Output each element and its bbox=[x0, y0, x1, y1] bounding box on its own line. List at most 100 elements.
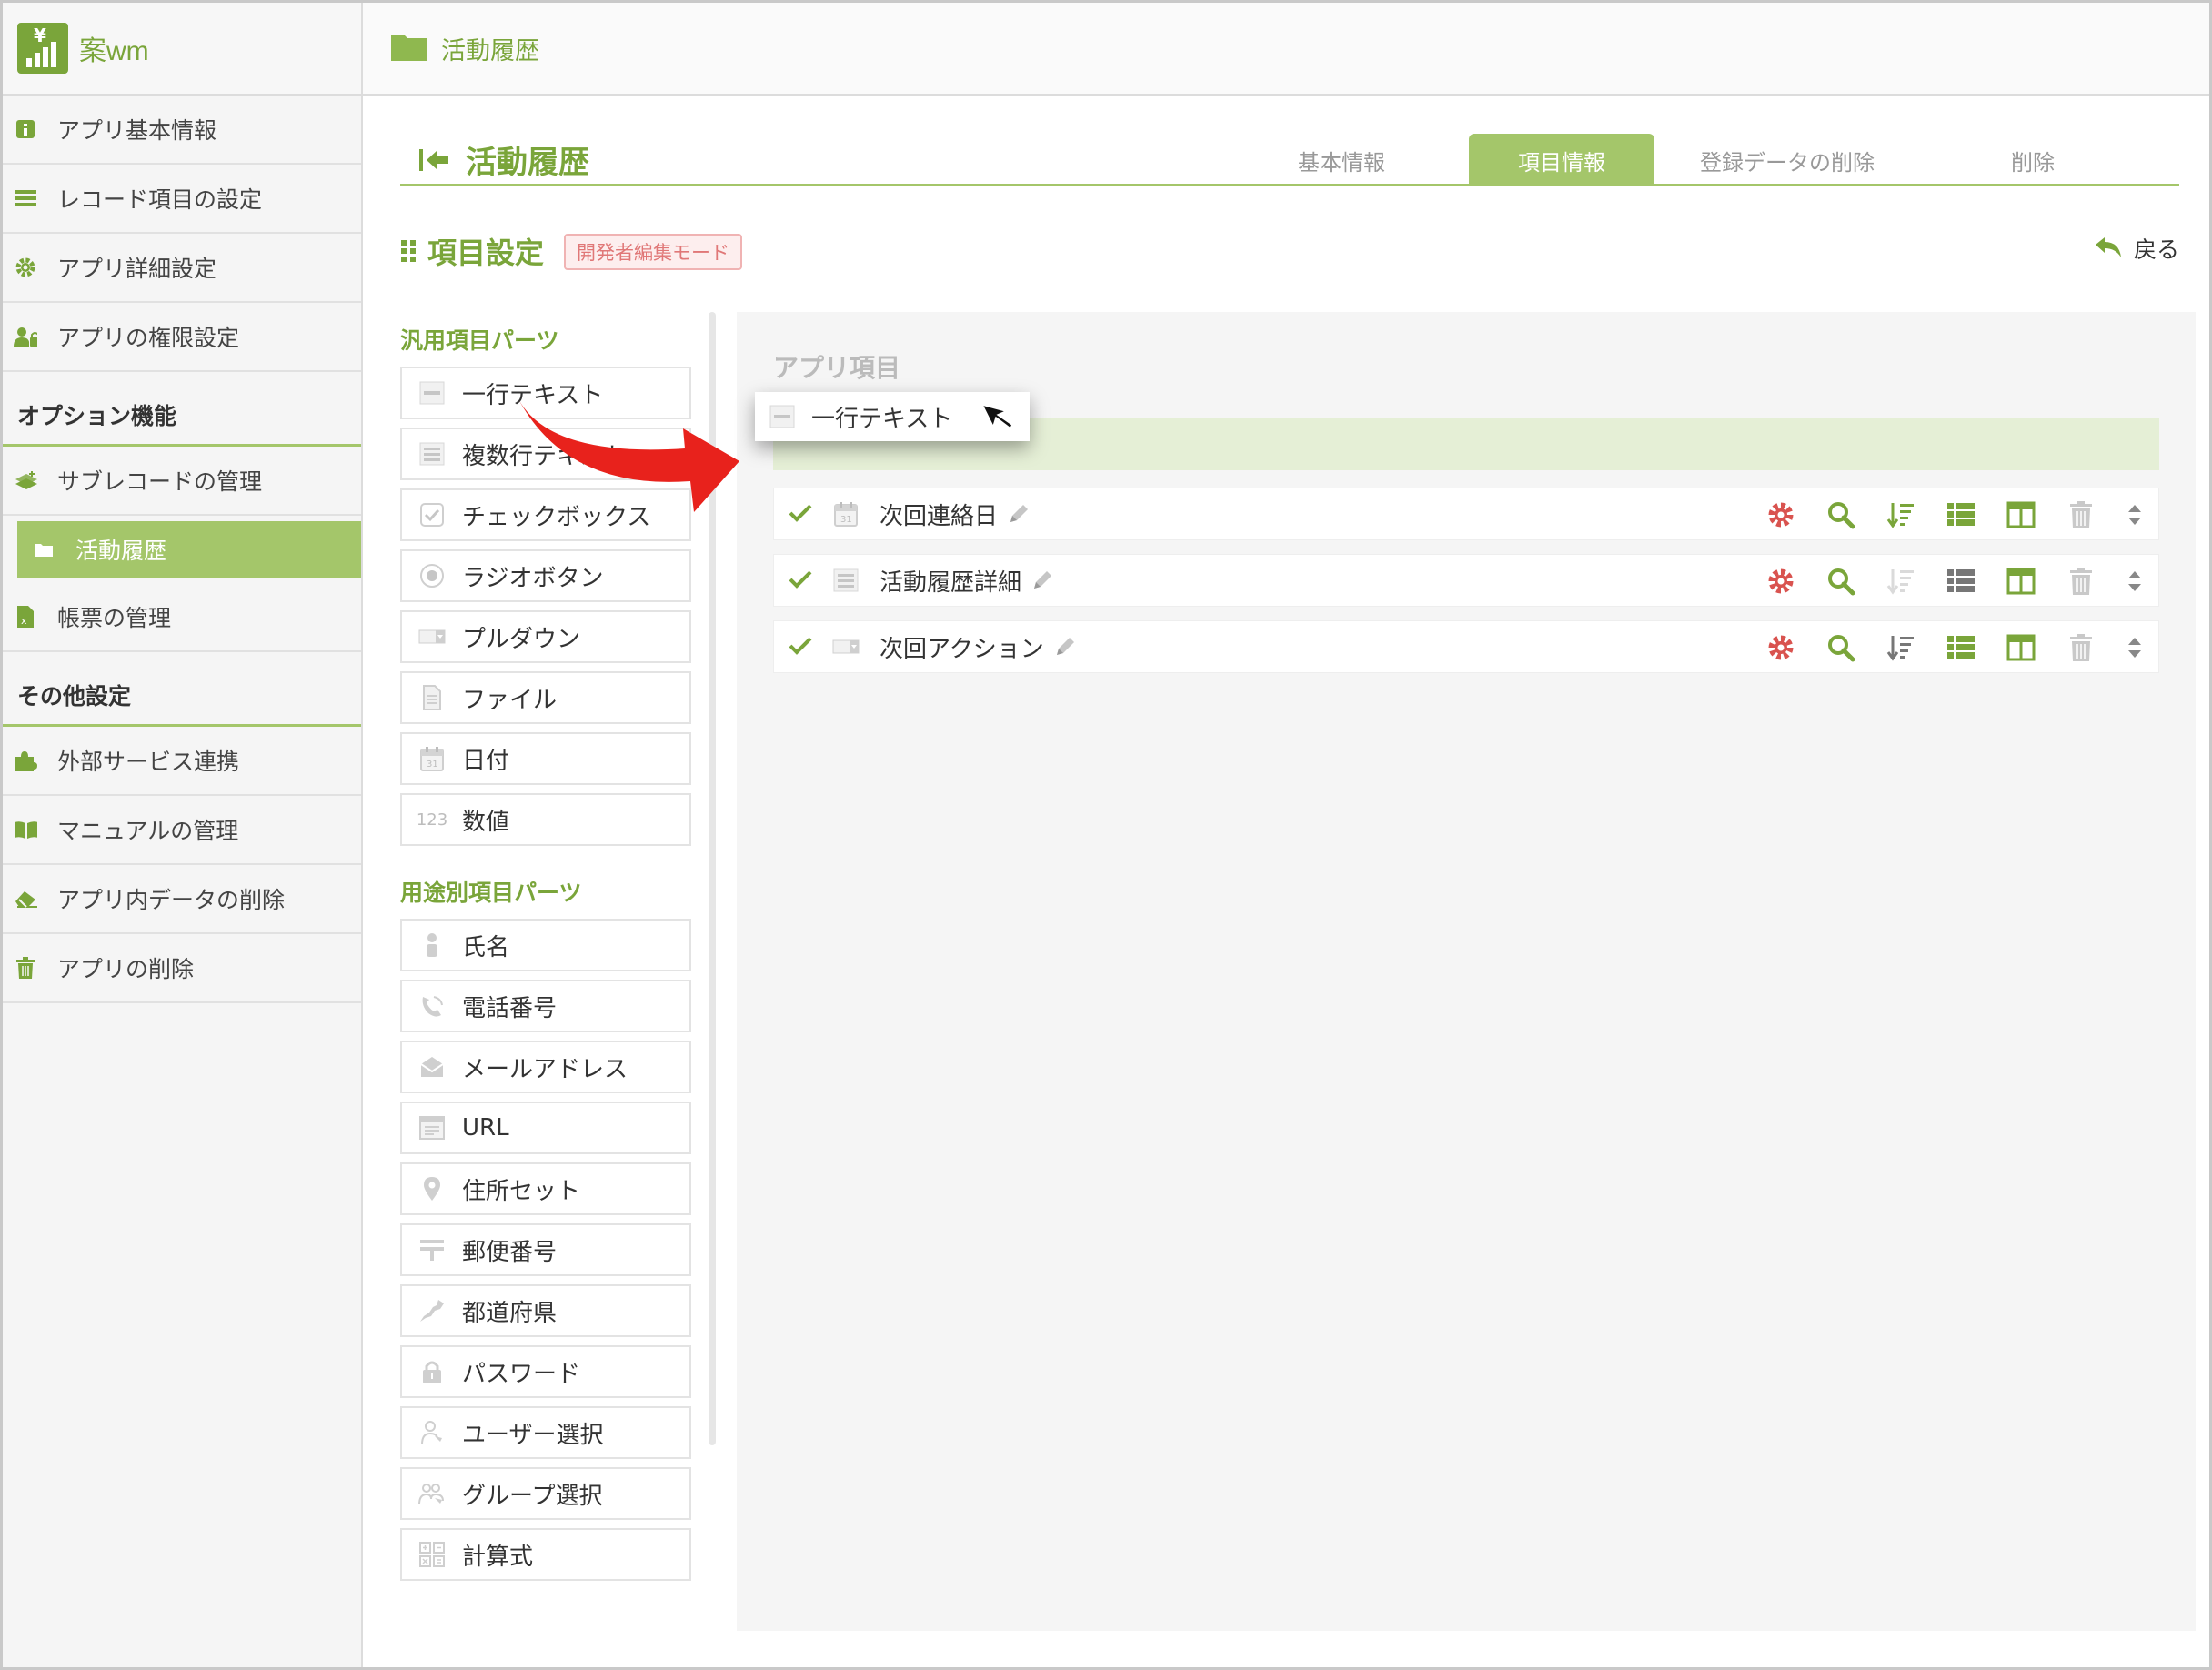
search-icon[interactable] bbox=[1825, 566, 1856, 597]
japan-map-icon bbox=[417, 1298, 447, 1323]
list-view-icon[interactable] bbox=[1946, 632, 1976, 663]
palette-item-prefecture[interactable]: 都道府県 bbox=[400, 1284, 691, 1337]
user-select-icon bbox=[417, 1420, 447, 1445]
palette-item-user-select[interactable]: ユーザー選択 bbox=[400, 1406, 691, 1459]
check-icon bbox=[789, 499, 814, 529]
trash-icon[interactable] bbox=[2066, 632, 2096, 663]
brand[interactable]: ¥ 案wm bbox=[3, 3, 361, 96]
page-title-text: 活動履歴 bbox=[466, 145, 589, 181]
page-header: 活動履歴 基本情報 項目情報 登録データの削除 削除 bbox=[400, 130, 2179, 186]
dev-mode-badge: 開発者編集モード bbox=[564, 234, 742, 270]
topbar: 活動履歴 bbox=[363, 3, 2209, 96]
palette-item-dropdown[interactable]: プルダウン bbox=[400, 610, 691, 663]
pencil-icon[interactable] bbox=[1053, 635, 1077, 659]
grip-icon bbox=[400, 238, 418, 264]
single-line-icon bbox=[769, 405, 795, 428]
palette-item-phone[interactable]: 電話番号 bbox=[400, 980, 691, 1032]
search-icon[interactable] bbox=[1825, 499, 1856, 530]
sidebar-item-forms[interactable]: x 帳票の管理 bbox=[3, 583, 361, 652]
palette-item-label: 郵便番号 bbox=[462, 1238, 558, 1266]
sidebar-item-label: アプリ詳細設定 bbox=[57, 256, 217, 282]
search-icon[interactable] bbox=[1825, 632, 1856, 663]
tab-delete-registered-data[interactable]: 登録データの削除 bbox=[1674, 134, 1901, 186]
tab-field-info[interactable]: 項目情報 bbox=[1469, 134, 1654, 186]
gear-icon[interactable] bbox=[1765, 566, 1796, 597]
brand-logo-icon: ¥ bbox=[17, 23, 68, 74]
back-button[interactable]: 戻る bbox=[2094, 232, 2179, 265]
undo-arrow-icon bbox=[2094, 236, 2123, 261]
back-arrow-icon[interactable] bbox=[418, 147, 449, 173]
sort-icon[interactable] bbox=[1885, 499, 1916, 530]
sidebar-item-subrecords[interactable]: サブレコードの管理 bbox=[3, 447, 361, 516]
check-icon bbox=[789, 632, 814, 662]
pencil-icon[interactable] bbox=[1007, 502, 1031, 526]
palette-item-number[interactable]: 123 数値 bbox=[400, 793, 691, 846]
sidebar-item-label: アプリの削除 bbox=[57, 956, 195, 982]
field-name: 次回アクション bbox=[880, 635, 1044, 663]
field-row[interactable]: 活動履歴詳細 bbox=[773, 554, 2159, 607]
reorder-icon[interactable] bbox=[2126, 632, 2144, 663]
columns-icon[interactable] bbox=[2006, 499, 2036, 530]
app-window: ¥ 案wm アプリ基本情報 レコード項目の設定 アプリ詳細設定 アプリの権限設定… bbox=[0, 0, 2212, 1670]
palette-item-email[interactable]: メールアドレス bbox=[400, 1041, 691, 1093]
palette-item-date[interactable]: 31 日付 bbox=[400, 732, 691, 785]
sidebar-item-record-fields[interactable]: レコード項目の設定 bbox=[3, 165, 361, 234]
palette-item-label: 計算式 bbox=[462, 1543, 534, 1571]
svg-text:31: 31 bbox=[840, 515, 852, 525]
sort-icon[interactable] bbox=[1885, 632, 1916, 663]
palette-item-name[interactable]: 氏名 bbox=[400, 919, 691, 971]
sidebar-item-label: 活動履歴 bbox=[75, 538, 167, 564]
gear-icon[interactable] bbox=[1765, 499, 1796, 530]
sidebar-item-app-info[interactable]: アプリ基本情報 bbox=[3, 96, 361, 165]
palette-item-url[interactable]: URL bbox=[400, 1102, 691, 1154]
palette-item-label: パスワード bbox=[462, 1360, 581, 1388]
pencil-icon[interactable] bbox=[1031, 568, 1054, 592]
field-actions bbox=[1736, 621, 2158, 674]
palette-item-label: 都道府県 bbox=[462, 1299, 558, 1327]
tab-delete[interactable]: 削除 bbox=[1965, 134, 2101, 186]
sidebar-item-delete-data[interactable]: アプリ内データの削除 bbox=[3, 865, 361, 934]
canvas-title: アプリ項目 bbox=[773, 353, 901, 383]
palette-item-label: 日付 bbox=[462, 747, 510, 775]
columns-icon[interactable] bbox=[2006, 632, 2036, 663]
sidebar-item-label: アプリ基本情報 bbox=[57, 117, 217, 144]
trash-icon bbox=[14, 956, 37, 980]
list-view-icon[interactable] bbox=[1946, 566, 1976, 597]
palette-item-formula[interactable]: 計算式 bbox=[400, 1528, 691, 1581]
tab-basic-info[interactable]: 基本情報 bbox=[1255, 134, 1428, 186]
reorder-icon[interactable] bbox=[2126, 499, 2144, 530]
palette-item-group-select[interactable]: グループ選択 bbox=[400, 1467, 691, 1520]
palette-item-label: 氏名 bbox=[462, 933, 510, 961]
palette-item-postal[interactable]: 郵便番号 bbox=[400, 1223, 691, 1276]
dragged-field-ghost[interactable]: 一行テキスト bbox=[755, 392, 1030, 441]
sidebar-item-manuals[interactable]: マニュアルの管理 bbox=[3, 796, 361, 865]
field-name: 次回連絡日 bbox=[880, 502, 999, 530]
palette-item-password[interactable]: パスワード bbox=[400, 1345, 691, 1398]
palette-item-address[interactable]: 住所セット bbox=[400, 1162, 691, 1215]
svg-text:x: x bbox=[21, 615, 27, 627]
sidebar: ¥ 案wm アプリ基本情報 レコード項目の設定 アプリ詳細設定 アプリの権限設定… bbox=[3, 3, 363, 1667]
list-icon bbox=[14, 186, 37, 210]
columns-icon[interactable] bbox=[2006, 566, 2036, 597]
checkbox-icon bbox=[417, 502, 447, 528]
trash-icon[interactable] bbox=[2066, 499, 2096, 530]
trash-icon[interactable] bbox=[2066, 566, 2096, 597]
palette-item-radio[interactable]: ラジオボタン bbox=[400, 549, 691, 602]
map-pin-icon bbox=[417, 1176, 447, 1202]
topbar-title: 活動履歴 bbox=[441, 36, 539, 65]
sidebar-item-label: レコード項目の設定 bbox=[57, 186, 263, 213]
list-view-icon[interactable] bbox=[1946, 499, 1976, 530]
radio-icon bbox=[417, 563, 447, 589]
sidebar-item-app-detail[interactable]: アプリ詳細設定 bbox=[3, 234, 361, 303]
book-icon bbox=[14, 818, 37, 841]
sidebar-item-activity-history[interactable]: 活動履歴 bbox=[17, 521, 361, 578]
sidebar-item-permissions[interactable]: アプリの権限設定 bbox=[3, 303, 361, 372]
field-row[interactable]: 次回アクション bbox=[773, 620, 2159, 673]
sidebar-item-delete-app[interactable]: アプリの削除 bbox=[3, 934, 361, 1003]
field-row[interactable]: 31 次回連絡日 bbox=[773, 488, 2159, 540]
field-actions bbox=[1736, 488, 2158, 541]
palette-item-file[interactable]: ファイル bbox=[400, 671, 691, 724]
gear-icon[interactable] bbox=[1765, 632, 1796, 663]
reorder-icon[interactable] bbox=[2126, 566, 2144, 597]
sidebar-item-external-services[interactable]: 外部サービス連携 bbox=[3, 727, 361, 796]
